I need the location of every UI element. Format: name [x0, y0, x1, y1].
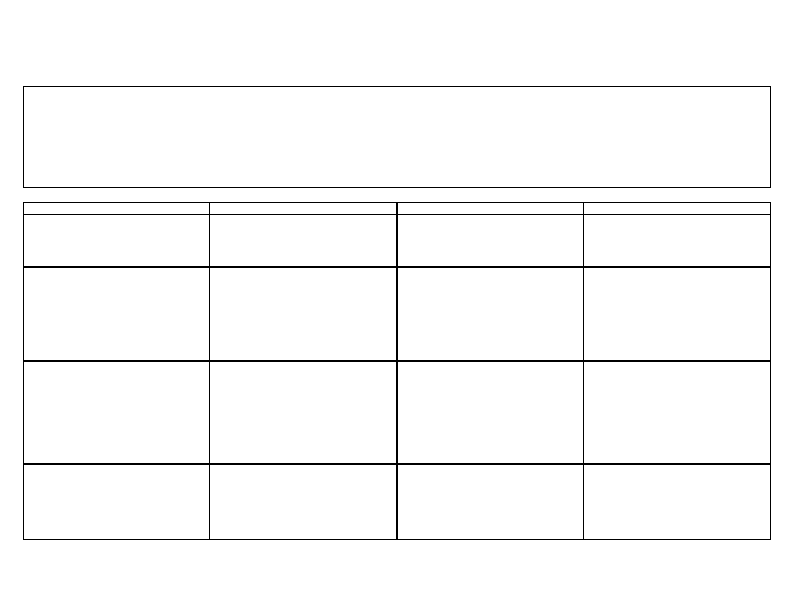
table-cell [398, 465, 583, 539]
table-cell [24, 268, 209, 360]
table-cell [210, 465, 396, 539]
table-cell [24, 215, 209, 266]
table-cell [584, 268, 770, 360]
table-cell [584, 362, 770, 463]
form-table [23, 202, 771, 540]
table-cell [24, 465, 209, 539]
column-header [24, 203, 209, 214]
header-text [24, 87, 32, 91]
table-cell [210, 362, 396, 463]
table-cell [584, 215, 770, 266]
table-cell [584, 465, 770, 539]
header-box [23, 86, 771, 188]
column-header [210, 203, 396, 214]
table-cell [210, 268, 396, 360]
column-header [398, 203, 583, 214]
table-cell [24, 362, 209, 463]
table-cell [398, 362, 583, 463]
table-cell [398, 268, 583, 360]
column-header [584, 203, 770, 214]
table-rule-right [770, 202, 771, 540]
document-page: { "document": { "header_text": "", "tabl… [0, 0, 792, 612]
table-cell [210, 215, 396, 266]
table-cell [398, 215, 583, 266]
